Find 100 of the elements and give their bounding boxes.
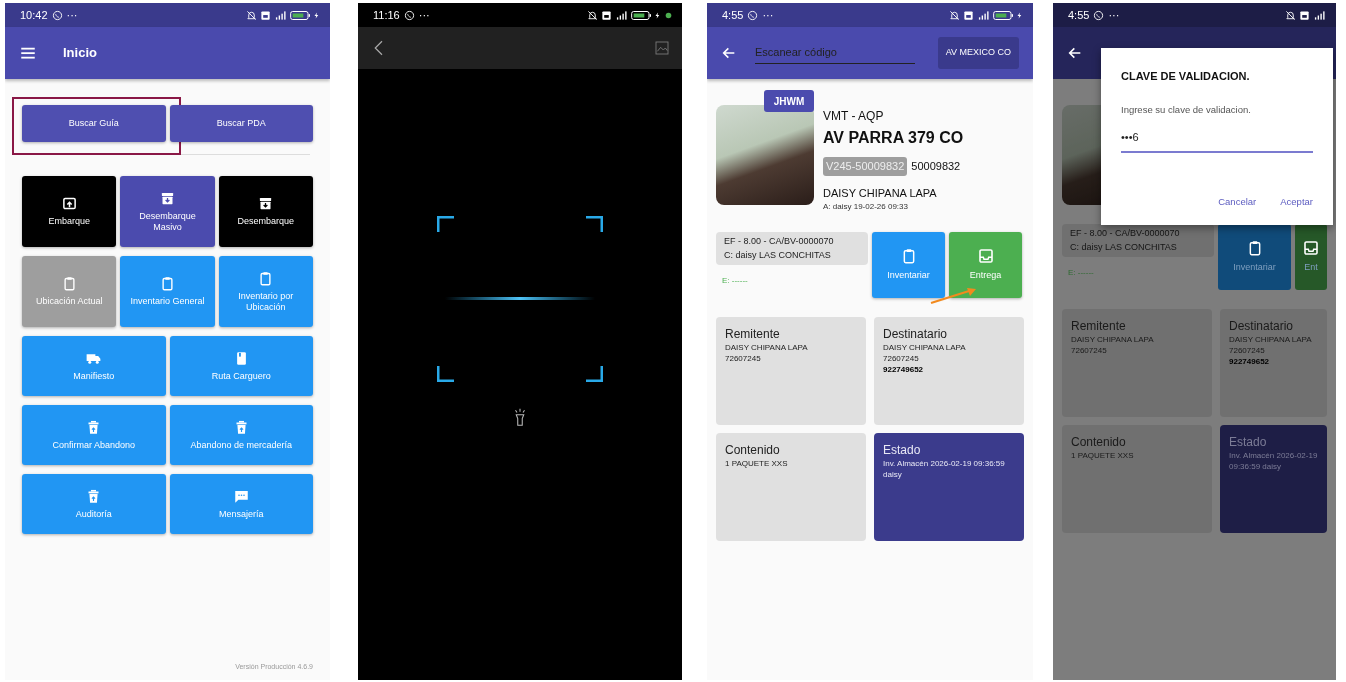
archive-box-icon [160,190,175,206]
status-time: 4:55 [722,7,744,23]
muted-bell-icon [246,9,257,21]
card-title: Destinatario [883,326,949,343]
search-button[interactable]: Buscar Guía [22,105,166,142]
upload-tray-icon [61,196,77,212]
card-text: Inv. Almacén 2026-02-19 09:36:59 daisy [1229,451,1318,473]
signal-icon [615,9,628,21]
dialog-title: CLAVE DE VALIDACION. [1121,69,1251,84]
card-title: Contenido [1071,434,1127,451]
delivery-status-text: E: ------ [1068,267,1095,279]
route-code-label: JHWM [764,90,814,112]
card-text: 72607245 [883,353,920,365]
action-button[interactable]: Inventariar [872,232,945,298]
chat-app-icon [1093,9,1105,21]
menu-tile[interactable]: Inventario por Ubicación [218,256,313,327]
card-title: Estado [883,442,922,459]
inbox-tray-icon [1303,239,1319,256]
menu-tile[interactable]: Ruta Carguero [169,336,313,396]
menu-tile[interactable]: Ubicación Actual [22,256,117,327]
dialog-message: Ingrese su clave de validacion. [1121,102,1252,117]
dialog-button[interactable]: Aceptar [1280,194,1313,209]
delivery-status-text: E: ------ [722,275,749,287]
card-text: 72607245 [725,353,762,365]
dialog-button[interactable]: Cancelar [1218,194,1257,209]
menu-tile[interactable]: Manifiesto [22,336,166,396]
status-time: 11:16 [373,7,400,23]
annotation-arrow [929,286,979,306]
menu-tile[interactable]: Confirmar Abandono [22,405,166,465]
chat-app-icon [747,9,759,21]
card-text: Inv. Almacén 2026-02-19 09:36:59 daisy [883,459,1006,481]
created-text: A: daisy 19-02-26 09:33 [823,201,909,213]
chat-bubble-icon [233,488,249,504]
back-arrow-icon[interactable] [721,45,737,61]
payment-line: EF - 8.00 - CA/BV-0000070 [1070,227,1181,240]
action-button[interactable]: Ent [1295,224,1327,290]
card-title: Contenido [725,442,781,459]
menu-tile[interactable]: Embarque [22,176,117,247]
action-button[interactable]: Inventariar [1218,224,1291,290]
gallery-icon[interactable] [654,40,670,56]
overflow-dots: ··· [418,7,430,23]
screen-title: Inicio [63,44,97,63]
battery-icon [290,9,310,21]
search-button[interactable]: Buscar PDA [169,105,313,142]
status-time: 10:42 [20,7,48,23]
battery-icon [631,9,651,21]
battery-icon [993,9,1013,21]
muted-bell-icon [949,9,960,21]
action-button[interactable]: Entrega [949,232,1022,298]
payment-line: EF - 8.00 - CA/BV-0000070 [724,235,835,248]
clipboard-icon [160,276,175,292]
search-field[interactable]: Escanear código [755,42,915,64]
card-text: 72607245 [1229,345,1266,357]
signal-icon [274,9,287,21]
muted-bell-icon [1285,9,1296,21]
card-title: Remitente [1071,318,1127,335]
sim-card-icon [1299,9,1310,21]
trash-icon [86,419,102,435]
payment-line: C: daisy LAS CONCHITAS [1070,240,1178,254]
card-text: DAISY CHIPANA LAPA [725,343,809,354]
clipboard-icon [61,276,77,292]
card-text: 922749652 [883,364,925,376]
card-text: 1 PAQUETE XXS [725,459,789,470]
menu-tile[interactable]: Desembarque [218,176,313,247]
status-time: 4:55 [1068,7,1090,23]
sim-card-icon [963,9,974,21]
muted-bell-icon [587,9,598,21]
route-text: VMT - AQP [823,108,885,125]
menu-tile[interactable]: Inventario General [120,256,215,327]
overflow-dots: ··· [1108,7,1120,23]
archive-box-icon [258,196,274,212]
menu-tile[interactable]: Abandono de mercadería [169,405,313,465]
menu-tile[interactable]: Desembarque Masivo [120,176,215,247]
card-text: DAISY CHIPANA LAPA [1071,335,1155,346]
clipboard-icon [258,270,274,286]
inbox-tray-icon [977,247,994,264]
menu-tile[interactable]: Auditoría [22,474,166,534]
back-arrow-icon [1067,45,1083,61]
overflow-dots: ··· [66,7,78,23]
card-title: Estado [1229,434,1268,451]
sim-card-icon [260,9,271,21]
signal-icon [977,9,990,21]
card-title: Destinatario [1229,318,1295,335]
branch-button[interactable]: AV MEXICO CO [937,37,1019,69]
tracking-number: 50009832 [911,159,961,174]
signal-icon [1313,9,1326,21]
card-text: 922749652 [1229,356,1271,368]
card-text: DAISY CHIPANA LAPA [1229,335,1313,346]
overflow-dots: ··· [762,7,774,23]
chat-app-icon [403,9,415,21]
chat-app-icon [51,9,63,21]
menu-tile[interactable]: Mensajería [169,474,313,534]
client-name: DAISY CHIPANA LAPA [823,185,938,201]
payment-line: C: daisy LAS CONCHITAS [724,248,832,262]
tracking-tag: V245-50009832 [823,157,908,176]
card-text: DAISY CHIPANA LAPA [883,343,967,354]
address-text: AV PARRA 379 CO [823,128,964,148]
sim-card-icon [601,9,612,21]
password-field[interactable]: •••6 [1121,120,1313,154]
card-text: 72607245 [1071,345,1108,357]
